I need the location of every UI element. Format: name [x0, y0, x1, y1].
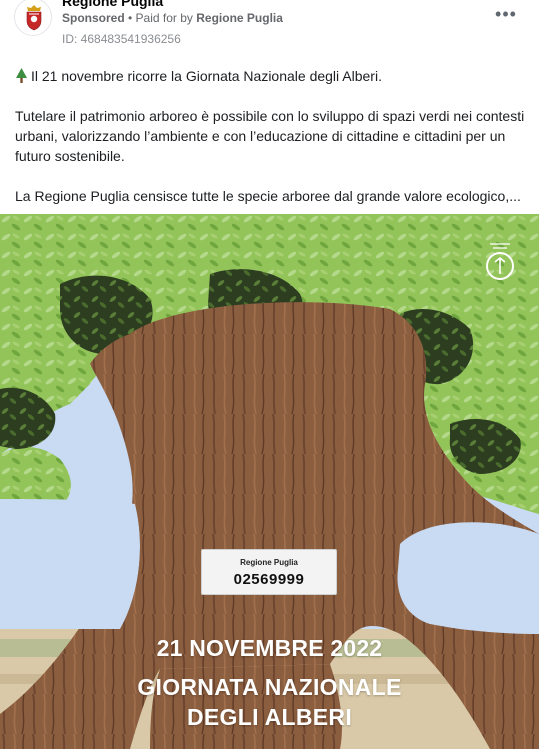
tree-illustration — [0, 214, 539, 749]
sponsored-label: Sponsored — [62, 11, 125, 25]
more-horizontal-icon: ••• — [495, 4, 517, 24]
post-line-1: Il 21 novembre ricorre la Giornata Nazio… — [31, 68, 382, 84]
registry-card-org: Regione Puglia — [240, 558, 298, 567]
meta-separator: • — [124, 11, 136, 25]
registry-card-number: 02569999 — [233, 571, 305, 588]
post-header: Regione Puglia Sponsored • Paid for by R… — [0, 0, 539, 52]
page-name[interactable]: Regione Puglia — [62, 0, 163, 9]
advertiser-name[interactable]: Regione Puglia — [196, 11, 283, 25]
registry-card: Regione Puglia 02569999 — [201, 549, 337, 595]
tree-emoji-icon — [16, 68, 27, 83]
post-paragraph-2: Tutelare il patrimonio arboreo è possibi… — [15, 108, 525, 164]
more-options-button[interactable]: ••• — [494, 4, 518, 28]
post-paragraph-3: La Regione Puglia censisce tutte le spec… — [15, 188, 521, 204]
ad-creative-image[interactable]: Regione Puglia 02569999 21 NOVEMBRE 2022… — [0, 214, 539, 749]
sponsored-line: Sponsored • Paid for by Regione Puglia — [62, 11, 283, 25]
post-text: Il 21 novembre ricorre la Giornata Nazio… — [15, 66, 525, 226]
event-title: GIORNATA NAZIONALE DEGLI ALBERI — [0, 672, 539, 732]
event-title-line-1: GIORNATA NAZIONALE — [137, 674, 402, 700]
event-date: 21 NOVEMBRE 2022 — [156, 635, 383, 661]
post-paragraph-1: Il 21 novembre ricorre la Giornata Nazio… — [15, 66, 525, 86]
regione-puglia-logo — [26, 5, 42, 31]
ad-id: ID: 468483541936256 — [62, 32, 181, 46]
event-title-line-2: DEGLI ALBERI — [186, 704, 353, 730]
page-avatar[interactable] — [14, 0, 52, 36]
paid-for-prefix: Paid for by — [135, 11, 197, 25]
